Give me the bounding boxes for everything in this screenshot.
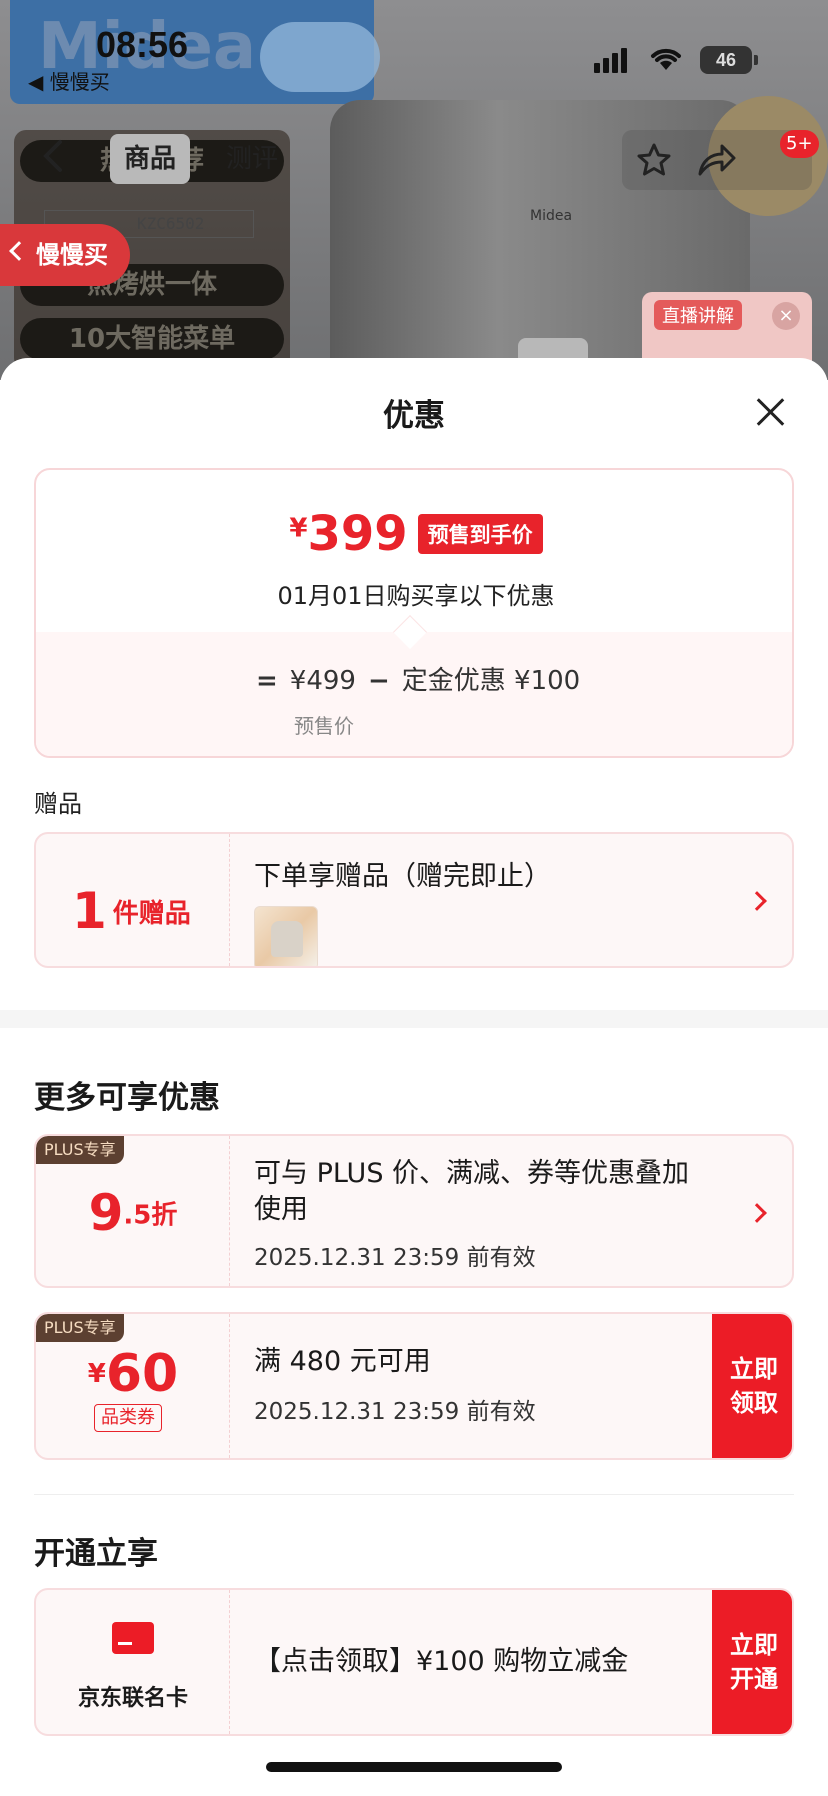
presale-price-tag: 预售到手价 — [417, 514, 543, 554]
presale-price-value: ¥499 — [289, 666, 356, 696]
battery-tip — [754, 55, 758, 65]
home-indicator[interactable] — [266, 1762, 562, 1772]
share-icon[interactable] — [696, 142, 736, 178]
currency-symbol: ¥ — [289, 513, 308, 544]
jd-card-offer: 京东联名卡 【点击领取】¥100 购物立减金 立即开通 — [34, 1588, 794, 1736]
open-card-button[interactable]: 立即开通 — [712, 1590, 792, 1734]
product-brand-mark: Midea — [530, 208, 573, 224]
favorite-star-icon[interactable] — [636, 142, 672, 178]
jd-card-label: 京东联名卡 — [77, 1686, 188, 1711]
live-close-icon[interactable]: × — [772, 302, 800, 330]
gift-count: 1 — [72, 882, 107, 940]
plus-exclusive-badge: PLUS专享 — [36, 1136, 124, 1164]
chevron-right-icon — [747, 891, 767, 911]
coupon-amount: 60 — [105, 1344, 179, 1404]
price-calculation: = ¥499− 定金优惠 ¥100 — [256, 660, 580, 697]
price-summary-card: ¥399 预售到手价 01月01日购买享以下优惠 = ¥499− 定金优惠 ¥100 … — [34, 468, 794, 758]
coupon-type-badge: 品类券 — [94, 1404, 162, 1432]
status-time: 08:56 — [96, 24, 189, 65]
close-icon[interactable] — [750, 392, 790, 432]
coupon-currency: ¥ — [87, 1359, 106, 1389]
coupon-condition: 满 480 元可用 — [254, 1346, 431, 1377]
slow-buy-button[interactable]: 慢慢买 — [0, 224, 130, 286]
coupon-expiry: 2025.12.31 23:59 前有效 — [254, 1399, 536, 1425]
equals-sign: = — [256, 666, 278, 696]
gift-count-area: 1 件赠品 — [36, 834, 230, 966]
plus-coupon-card: PLUS专享 ¥60 品类券 满 480 元可用 2025.12.31 23:5… — [34, 1312, 794, 1460]
purchase-date-text: 01月01日购买享以下优惠 — [277, 582, 555, 610]
final-price-row: ¥399 预售到手价 — [36, 506, 792, 562]
gift-unit: 件赠品 — [112, 898, 191, 929]
presale-price-label: 预售价 — [294, 714, 354, 738]
plus-exclusive-badge: PLUS专享 — [36, 1314, 124, 1342]
chevron-left-icon — [9, 241, 29, 261]
coupon-value-area: PLUS专享 ¥60 品类券 — [36, 1314, 230, 1458]
card-offer-text: 【点击领取】¥100 购物立减金 — [254, 1646, 629, 1677]
discount-decimal: .5折 — [123, 1200, 178, 1231]
back-arrow-icon[interactable] — [34, 136, 74, 176]
section-divider — [0, 1010, 828, 1028]
open-benefits-title: 开通立享 — [34, 1536, 158, 1572]
wifi-icon — [651, 48, 681, 70]
discount-description: 可与 PLUS 价、满减、券等优惠叠加使用 — [254, 1158, 690, 1225]
discount-expiry: 2025.12.31 23:59 前有效 — [254, 1245, 536, 1271]
discount-value-area: PLUS专享 9.5折 — [36, 1136, 230, 1286]
thin-divider — [34, 1494, 794, 1495]
chevron-right-icon — [747, 1203, 767, 1223]
gift-section-label: 赠品 — [34, 790, 82, 818]
live-label: 直播讲解 — [654, 300, 742, 330]
claim-coupon-button[interactable]: 立即领取 — [712, 1314, 792, 1458]
battery-icon: 46 — [700, 46, 752, 74]
gift-card[interactable]: 1 件赠品 下单享赠品（赠完即止） — [34, 832, 794, 968]
gift-title: 下单享赠品（赠完即止） — [254, 861, 551, 892]
more-discounts-title: 更多可享优惠 — [34, 1080, 220, 1116]
promo-line: 10大智能菜单 — [20, 318, 284, 360]
status-bar: 08:56 ◀ 慢慢买 46 — [0, 0, 828, 100]
tab-product[interactable]: 商品 — [110, 134, 191, 184]
credit-card-icon — [112, 1622, 154, 1654]
plus-discount-card[interactable]: PLUS专享 9.5折 可与 PLUS 价、满减、券等优惠叠加使用 2025.1… — [34, 1134, 794, 1288]
tab-review[interactable]: 测评 — [212, 134, 292, 184]
signal-icon — [594, 48, 630, 73]
cart-count-badge: 5+ — [780, 130, 819, 158]
gift-thumbnail — [254, 906, 318, 966]
back-to-app[interactable]: ◀ 慢慢买 — [28, 66, 110, 95]
discount-sheet: 优惠 ¥399 预售到手价 01月01日购买享以下优惠 = ¥499− 定金优惠 ¥1… — [0, 358, 828, 1796]
discount-value: 9 — [88, 1184, 124, 1242]
minus-sign: − — [367, 666, 390, 696]
deposit-discount: 定金优惠 ¥100 — [401, 666, 581, 696]
final-price: 399 — [307, 506, 408, 562]
sheet-title: 优惠 — [383, 398, 445, 434]
jd-card-area: 京东联名卡 — [36, 1590, 230, 1734]
